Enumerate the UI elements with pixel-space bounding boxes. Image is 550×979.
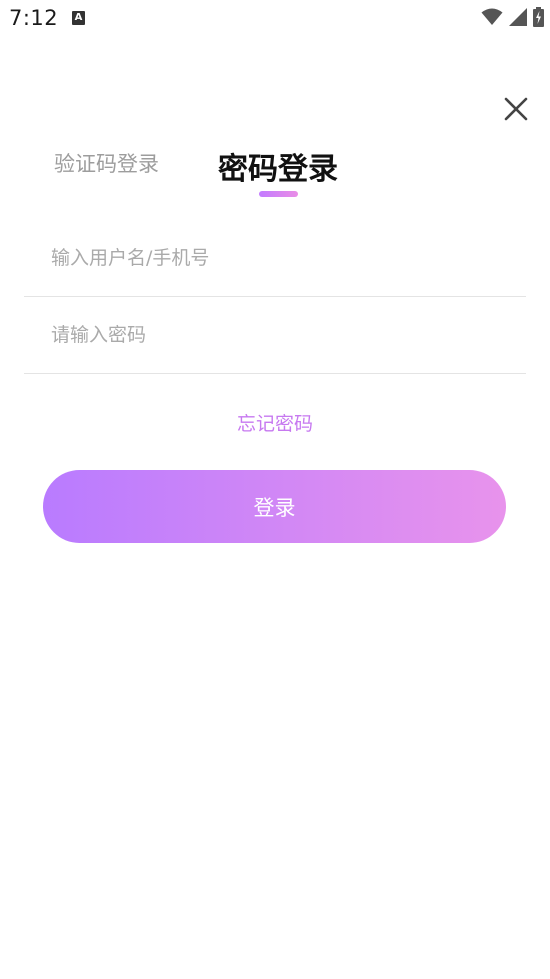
login-button[interactable]: 登录 <box>43 470 506 543</box>
text-a-icon: A <box>72 11 85 25</box>
username-input[interactable] <box>51 242 511 274</box>
forgot-password-link[interactable]: 忘记密码 <box>0 409 550 436</box>
active-tab-indicator <box>259 191 298 197</box>
username-field-row <box>24 220 526 297</box>
tab-password-login[interactable]: 密码登录 <box>218 144 338 188</box>
tab-sms-code-login[interactable]: 验证码登录 <box>54 148 159 178</box>
battery-charging-icon <box>533 7 544 27</box>
status-time: 7:12 <box>9 6 59 30</box>
status-icons <box>481 6 544 28</box>
wifi-icon <box>481 8 503 25</box>
signal-icon <box>509 8 527 26</box>
status-bar: 7:12 A <box>0 0 550 38</box>
close-icon[interactable] <box>501 94 531 124</box>
password-field-row <box>24 297 526 374</box>
password-input[interactable] <box>51 319 511 351</box>
